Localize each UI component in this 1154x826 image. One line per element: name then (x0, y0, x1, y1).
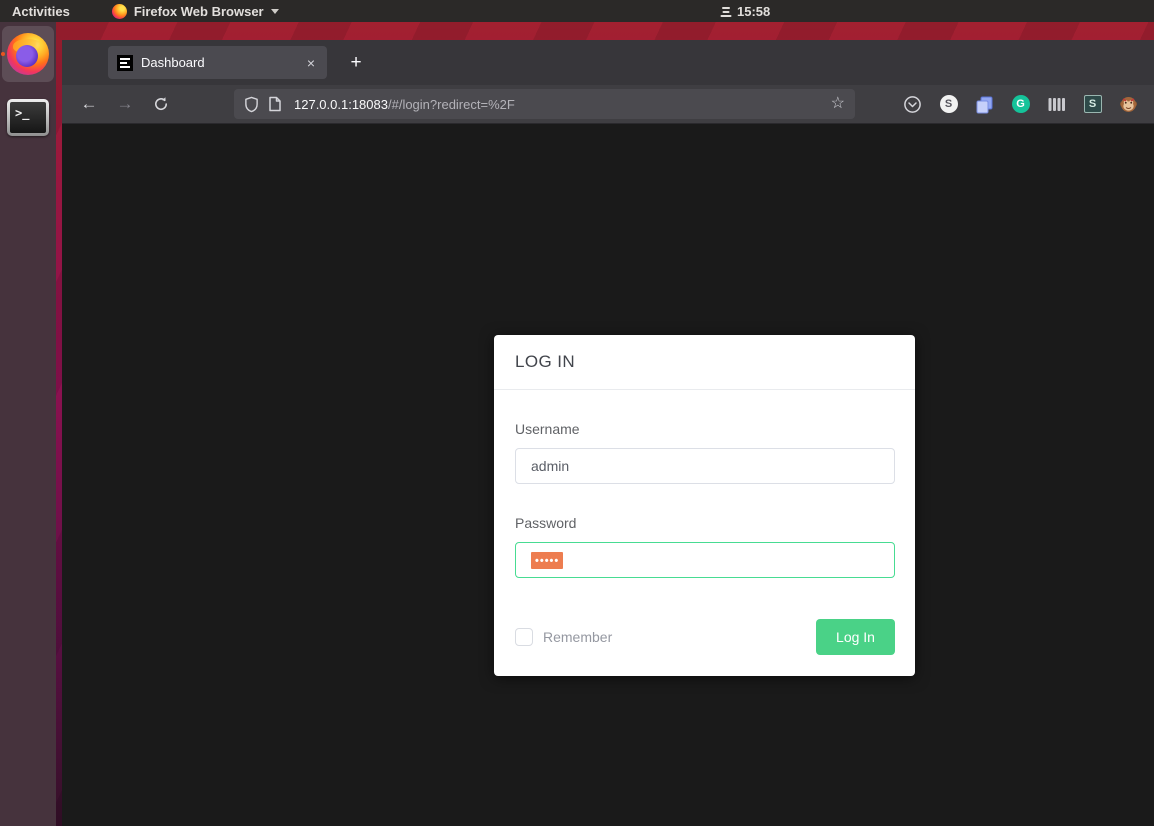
login-card-title: LOG IN (494, 335, 915, 390)
login-button[interactable]: Log In (816, 619, 895, 655)
login-card-footer: Remember Log In (515, 619, 895, 655)
new-tab-button[interactable]: + (343, 50, 369, 76)
stylus-icon[interactable]: S (1083, 95, 1102, 114)
url-path: /#/login?redirect=%2F (387, 96, 515, 112)
password-input[interactable]: ••••• (515, 542, 895, 578)
greasemonkey-icon[interactable] (1119, 95, 1138, 114)
fence-extension-icon[interactable] (1047, 95, 1066, 114)
chevron-down-icon (270, 8, 279, 14)
tab-close-button[interactable]: × (301, 53, 321, 73)
clock[interactable]: 15:58 (720, 0, 770, 22)
grammarly-icon[interactable]: G (1011, 95, 1030, 114)
username-label: Username (515, 421, 580, 437)
pocket-icon[interactable] (903, 95, 922, 114)
url-text[interactable]: 127.0.0.1:18083/#/login?redirect=%2F (294, 97, 515, 112)
dock-item-firefox[interactable] (1, 26, 54, 82)
app-menu-label: Firefox Web Browser (133, 3, 264, 19)
running-indicator-dot (1, 52, 5, 56)
page-viewport: LOG IN Username admin Password ••••• Rem… (62, 124, 1154, 826)
firefox-window: Dashboard × + ← → 127.0.0.1:18083/#/logi… (62, 40, 1154, 826)
weekday-glyph-icon (720, 6, 731, 17)
back-button[interactable]: ← (74, 89, 104, 119)
password-label: Password (515, 515, 577, 531)
page-info-icon[interactable] (268, 96, 282, 112)
remember-label: Remember (543, 629, 613, 645)
username-input[interactable]: admin (515, 448, 895, 484)
shortkeys-extension-icon[interactable]: S (939, 95, 958, 114)
reload-button[interactable] (146, 89, 176, 119)
tab-dashboard[interactable]: Dashboard × (108, 46, 327, 79)
remember-checkbox-group[interactable]: Remember (515, 628, 612, 646)
toolbar-extensions: S G S (903, 95, 1144, 114)
login-card: LOG IN Username admin Password ••••• Rem… (494, 335, 915, 676)
clock-time: 15:58 (737, 3, 771, 19)
reload-icon (155, 97, 168, 111)
password-masked-selection: ••••• (531, 551, 564, 569)
shortkeys-letter: S (939, 95, 958, 113)
grammarly-letter: G (1011, 95, 1030, 113)
app-menu-button[interactable]: Firefox Web Browser (106, 0, 285, 22)
page-favicon (117, 54, 133, 71)
navigation-toolbar: ← → 127.0.0.1:18083/#/login?redirect=%2F… (62, 85, 1154, 124)
forward-button[interactable]: → (110, 89, 140, 119)
terminal-prompt-glyph: >_ (10, 101, 46, 133)
activities-button[interactable]: Activities (0, 0, 82, 22)
firefox-icon (7, 33, 49, 75)
remember-checkbox[interactable] (515, 628, 533, 646)
tracking-protection-shield-icon[interactable] (244, 96, 259, 113)
address-bar[interactable]: 127.0.0.1:18083/#/login?redirect=%2F ☆ (234, 89, 855, 119)
login-card-body: Username admin Password ••••• Remember L… (494, 421, 915, 655)
terminal-icon: >_ (7, 98, 49, 136)
username-value: admin (531, 458, 570, 474)
tab-title: Dashboard (141, 55, 205, 70)
bookmark-star-icon[interactable]: ☆ (831, 96, 845, 112)
firefox-mini-icon (111, 3, 127, 19)
ubuntu-dock: >_ (0, 22, 56, 826)
url-host: 127.0.0.1:18083 (294, 96, 388, 112)
dock-item-terminal[interactable]: >_ (2, 82, 54, 138)
copy-pages-extension-icon[interactable] (975, 95, 994, 114)
stylus-letter: S (1083, 95, 1102, 113)
gnome-top-bar: Activities Firefox Web Browser 15:58 (0, 0, 1154, 22)
tab-bar: Dashboard × + (62, 40, 1154, 85)
